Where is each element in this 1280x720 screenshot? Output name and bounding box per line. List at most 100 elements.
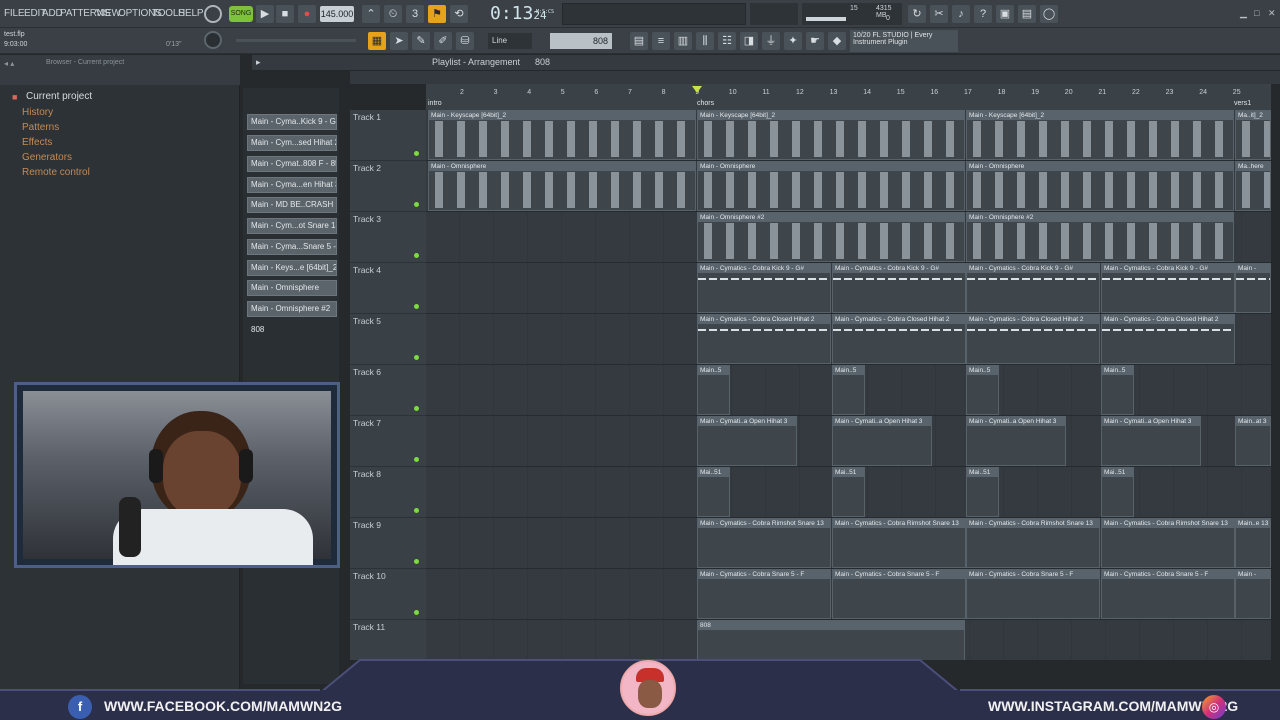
menu-help[interactable]: HELP — [178, 8, 204, 19]
piano-roll-icon[interactable]: ≡ — [652, 32, 670, 50]
chat-icon[interactable]: ◯ — [1040, 5, 1058, 23]
marker-verse[interactable]: vers1 — [1234, 100, 1251, 107]
pattern-clip[interactable]: Ma..here — [1235, 161, 1271, 211]
pattern-clip[interactable]: Main - Omnisphere — [428, 161, 696, 211]
pattern-clip[interactable]: Main - Cymatics - Cobra Closed Hihat 2 — [1101, 314, 1235, 364]
pattern-clip[interactable]: Main - Keyscape [64bit]_2 — [697, 110, 965, 160]
track-mute-led[interactable] — [414, 457, 419, 462]
pattern-clip[interactable]: Main - Omnisphere #2 — [966, 212, 1234, 262]
pattern-clip[interactable]: Mai..51 — [1101, 467, 1134, 517]
stamp-icon[interactable]: ⛁ — [456, 32, 474, 50]
pattern-clip[interactable]: Main - Omnisphere — [966, 161, 1234, 211]
marker-chorus[interactable]: chors — [697, 100, 714, 107]
snap-select[interactable]: Line — [488, 33, 532, 49]
facebook-icon[interactable]: f — [68, 695, 92, 719]
news-panel[interactable]: 10/20 FL STUDIO | Every Instrument Plugin — [850, 30, 958, 52]
pattern-clip[interactable]: Main - Omnisphere — [697, 161, 965, 211]
playlist-scrollbar[interactable] — [350, 71, 1280, 84]
browser-icon[interactable]: ☷ — [718, 32, 736, 50]
pattern-clip[interactable]: Main - Cymatics - Cobra Snare 5 - F — [697, 569, 831, 619]
track-mute-led[interactable] — [414, 406, 419, 411]
countdown-icon[interactable]: 3 — [406, 5, 424, 23]
track-mute-led[interactable] — [414, 151, 419, 156]
pattern-clip[interactable]: Main - Cymati..a Open Hihat 3 — [1101, 416, 1201, 466]
browser-item-patterns[interactable]: Patterns — [22, 122, 59, 133]
browser-item-effects[interactable]: Effects — [22, 137, 52, 148]
pattern-select[interactable]: 808 — [550, 33, 612, 49]
touch-keyboard-icon[interactable]: ☛ — [806, 32, 824, 50]
timeline-ruler[interactable]: 2 3 4 5 6 7 8 9 10 11 12 13 14 15 16 17 18 19 20 21 22 23 24 25 — [426, 84, 1271, 110]
browser-item-generators[interactable]: Generators — [22, 152, 72, 163]
pattern-clip[interactable]: Main - Cymatics - Cobra Kick 9 - G# — [832, 263, 966, 313]
pattern-clip[interactable]: Main..5 — [832, 365, 865, 415]
pattern-clip[interactable]: 808 — [697, 620, 965, 660]
picker-item[interactable]: Main - Cym...ot Snare 13 — [247, 218, 337, 234]
track-header[interactable]: Track 7 — [350, 416, 426, 467]
template-icon[interactable]: ◨ — [740, 32, 758, 50]
pattern-clip[interactable]: Main - Cymatics - Cobra Snare 5 - F — [832, 569, 966, 619]
track-mute-led[interactable] — [414, 253, 419, 258]
pattern-clip[interactable]: Main..5 — [697, 365, 730, 415]
pattern-clip[interactable]: Ma..it]_2 — [1235, 110, 1271, 160]
play-icon[interactable]: ▶ — [256, 5, 274, 23]
record-icon[interactable]: ● — [298, 5, 316, 23]
pattern-clip[interactable]: Main - Cymati..a Open Hihat 3 — [966, 416, 1066, 466]
minimize-icon[interactable]: ▁ — [1240, 8, 1247, 19]
plugin-picker-icon[interactable]: ✦ — [784, 32, 802, 50]
channel-rack-icon[interactable]: ▥ — [674, 32, 692, 50]
pattern-clip[interactable]: Main - Cymatics - Cobra Closed Hihat 2 — [832, 314, 966, 364]
pattern-clip[interactable]: Main - Cymatics - Cobra Snare 5 - F — [966, 569, 1100, 619]
browser-item-remote-control[interactable]: Remote control — [22, 167, 90, 178]
track-header[interactable]: Track 10 — [350, 569, 426, 620]
marker-intro[interactable]: intro — [428, 100, 442, 107]
pattern-clip[interactable]: Main - Keyscape [64bit]_2 — [966, 110, 1234, 160]
pattern-clip[interactable]: Mai..51 — [966, 467, 999, 517]
pattern-clip[interactable]: Main..at 3 — [1235, 416, 1271, 466]
pattern-clip[interactable]: Main - Cymatics - Cobra Rimshot Snare 13 — [1101, 518, 1235, 568]
picker-item[interactable]: Main - Cyma...Snare 5 - F — [247, 239, 337, 255]
mixer-icon[interactable]: ⫼ — [696, 32, 714, 50]
track-header[interactable]: Track 9 — [350, 518, 426, 569]
picker-item[interactable]: Main - Keys...e [64bit]_2 — [247, 260, 337, 276]
picker-item[interactable]: Main - MD BE..CRASH (5) — [247, 197, 337, 213]
facebook-link[interactable]: WWW.FACEBOOK.COM/MAMWN2G — [104, 698, 342, 714]
tempo-display[interactable]: 145.000 — [320, 6, 354, 22]
track-mute-led[interactable] — [414, 610, 419, 615]
track-mute-led[interactable] — [414, 355, 419, 360]
pattern-clip[interactable]: Main..5 — [1101, 365, 1134, 415]
maximize-icon[interactable]: □ — [1254, 8, 1259, 18]
browser-options-icon[interactable]: ◂ ▴ — [4, 59, 14, 68]
arrow-icon[interactable]: ➤ — [390, 32, 408, 50]
picker-item[interactable]: Main - Cyma..Kick 9 - G# — [247, 114, 337, 130]
picker-item[interactable]: Main - Cym...sed Hihat 2 — [247, 135, 337, 151]
pattern-clip[interactable]: Main..5 — [966, 365, 999, 415]
pattern-clip[interactable]: Main - Cymatics - Cobra Kick 9 - G# — [1101, 263, 1235, 313]
pattern-clip[interactable]: Main - — [1235, 569, 1271, 619]
track-mute-led[interactable] — [414, 559, 419, 564]
stop-icon[interactable]: ■ — [276, 5, 294, 23]
track-header[interactable]: Track 2 — [350, 161, 426, 212]
pattern-clip[interactable]: Main - Cymatics - Cobra Rimshot Snare 13 — [832, 518, 966, 568]
pattern-clip[interactable]: Main - Cymatics - Cobra Kick 9 - G# — [697, 263, 831, 313]
song-position-display[interactable]: 0:1324 M:S:CS — [490, 3, 556, 25]
pattern-clip[interactable]: Mai..51 — [697, 467, 730, 517]
master-volume-knob[interactable] — [204, 5, 222, 23]
picker-item[interactable]: 808 — [247, 322, 337, 338]
pattern-clip[interactable]: Main..e 13 — [1235, 518, 1271, 568]
wait-input-icon[interactable]: ⏲ — [384, 5, 402, 23]
picker-item[interactable]: Main - Cyma...en Hihat 3 — [247, 177, 337, 193]
current-project-folder[interactable]: Current project — [26, 91, 92, 102]
master-pitch-knob[interactable] — [204, 31, 222, 49]
pencil-icon[interactable]: ✎ — [412, 32, 430, 50]
track-header[interactable]: Track 1 — [350, 110, 426, 161]
track-mute-led[interactable] — [414, 202, 419, 207]
pattern-clip[interactable]: Main - Cymatics - Cobra Rimshot Snare 13 — [697, 518, 831, 568]
mic-icon[interactable]: ♪ — [952, 5, 970, 23]
track-header[interactable]: Track 5 — [350, 314, 426, 365]
pattern-clip[interactable]: Main - Cymati..a Open Hihat 3 — [697, 416, 797, 466]
song-mode-toggle[interactable]: SONG — [229, 6, 253, 22]
menu-file[interactable]: FILE — [4, 8, 25, 19]
pattern-clip[interactable]: Main - Cymatics - Cobra Closed Hihat 2 — [966, 314, 1100, 364]
pattern-clip[interactable]: Main - — [1235, 263, 1271, 313]
close-icon[interactable]: ✕ — [1268, 8, 1276, 19]
